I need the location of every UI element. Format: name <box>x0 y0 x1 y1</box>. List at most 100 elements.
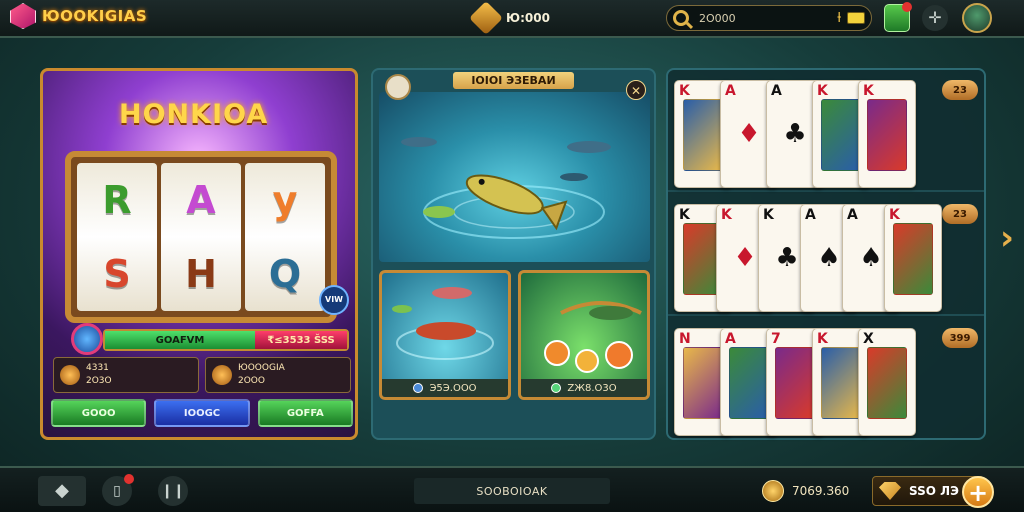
search-field[interactable]: 2O000 ƚ <box>666 5 872 31</box>
face-card-art <box>683 347 723 419</box>
reel-symbol: A <box>186 178 216 222</box>
add-currency-button[interactable]: + <box>962 476 994 508</box>
card-suit: ♠ <box>859 243 883 273</box>
reel-3: y Q <box>245 163 325 311</box>
face-card-art <box>821 347 861 419</box>
game-logo[interactable]: ЮOOKIGIAS <box>10 3 147 29</box>
card-rank: K <box>763 207 774 223</box>
jackpot-display: Ю:000 <box>469 1 550 35</box>
back-button[interactable]: ◆ <box>38 476 86 506</box>
fishing-card-value: Э5Э.OOO <box>429 382 477 394</box>
face-card-art <box>821 99 861 171</box>
card-rank: K <box>889 207 900 223</box>
reel-1: R S <box>77 163 157 311</box>
jackpot-value: Ю:000 <box>506 11 550 25</box>
reel-symbol: Q <box>268 252 302 296</box>
slot-button-1[interactable]: GOOO <box>51 399 147 427</box>
stat-box: ЮOOOGIA 2OOO <box>205 357 351 393</box>
playing-card[interactable]: K <box>884 204 942 312</box>
reel-symbol: R <box>102 178 132 222</box>
top-bar: ЮOOKIGIAS Ю:000 2O000 ƚ ✛ <box>0 0 1024 38</box>
card-rank: K <box>679 83 690 99</box>
fishing-title: IOIOI ЭЗЕВАИ <box>453 72 574 89</box>
slot-button-2[interactable]: IOOGC <box>154 399 250 427</box>
face-card-art <box>729 347 769 419</box>
coin-balance: 7069.З60 <box>762 480 849 502</box>
ticket-icon[interactable] <box>847 12 865 24</box>
card-suit: ♣ <box>775 243 799 273</box>
settings-button[interactable]: ✛ <box>922 5 948 31</box>
card-rank: A <box>847 207 858 223</box>
inventory-button[interactable]: ▯ <box>102 474 134 506</box>
card-suit: ♣ <box>783 119 807 149</box>
face-card-art <box>775 347 815 419</box>
reel-symbol: y <box>272 178 298 222</box>
playing-card[interactable]: X <box>858 328 916 436</box>
face-card-art <box>867 347 907 419</box>
close-icon[interactable]: ✕ <box>626 80 646 100</box>
row-badge: 23 <box>942 204 978 224</box>
fishing-card-right[interactable]: ZЖ8.O3O <box>518 270 650 400</box>
reel-symbol: S <box>103 252 131 296</box>
card-rank: K <box>863 83 874 99</box>
gem-logo-icon <box>10 3 36 29</box>
logo-text: ЮOOKIGIAS <box>42 7 148 25</box>
card-game-panel[interactable]: 23 K A ♦ A ♣ K K 23 K K ♦ K ♣ A ♠ A ♠ K 399 N A 7 K X <box>666 68 986 440</box>
stat-value: 4331 <box>86 363 109 373</box>
reel-2: A H <box>161 163 241 311</box>
row-badge: 399 <box>942 328 978 348</box>
card-rank: X <box>863 331 874 347</box>
card-rank: A <box>725 331 736 347</box>
card-rank: A <box>771 83 782 99</box>
face-card-art <box>683 99 723 171</box>
fishing-card-art <box>544 301 642 373</box>
card-row-2[interactable]: 23 K K ♦ K ♣ A ♠ A ♠ K <box>668 198 984 316</box>
gem-icon <box>879 482 901 500</box>
medal-icon <box>71 323 103 355</box>
row-badge: 23 <box>942 80 978 100</box>
fishing-scene-art <box>401 137 611 239</box>
card-rank: 7 <box>771 331 781 347</box>
card-suit: ♠ <box>817 243 841 273</box>
slot-title: HONKIOA <box>119 99 269 130</box>
fishing-card-right-value-box: ZЖ8.O3O <box>521 379 647 397</box>
balance-right-label: ₹≤3533 ŠSS <box>255 331 347 349</box>
fishing-game-panel[interactable]: IOIOI ЭЗЕВАИ ✕ Э5Э.OOO ZЖ8.O3O <box>371 68 656 440</box>
gem-balance-value: SSO ЛЭ <box>909 484 959 498</box>
avatar[interactable] <box>962 3 992 33</box>
playing-card[interactable]: K <box>858 80 916 188</box>
view-badge[interactable]: VIW <box>319 285 349 315</box>
card-rank: N <box>679 331 691 347</box>
fishing-card-value: ZЖ8.O3O <box>567 382 617 394</box>
fishing-main-scene[interactable] <box>379 92 650 262</box>
info-button[interactable]: ❙❙ <box>158 476 188 506</box>
coin-icon <box>413 383 424 393</box>
coin-icon <box>762 480 784 502</box>
card-rank: K <box>679 207 690 223</box>
stat-box: 4331 2O3O <box>53 357 199 393</box>
card-suit: ♦ <box>737 119 761 149</box>
card-row-3[interactable]: 399 N A 7 K X <box>668 322 984 440</box>
card-suit: ♦ <box>733 243 757 273</box>
stat-value: 2O3O <box>86 376 112 386</box>
chevron-right-icon[interactable]: › <box>1000 218 1014 258</box>
coin-icon <box>212 365 232 385</box>
gift-button[interactable] <box>884 2 912 32</box>
fishing-card-left[interactable]: Э5Э.OOO <box>379 270 511 400</box>
bottom-bar: ◆ ▯ ❙❙ SOOBOIOAK 7069.З60 SSO ЛЭ + <box>0 466 1024 512</box>
search-value[interactable]: 2O000 <box>699 12 837 25</box>
slot-button-row: GOOO IOOGC GOFFA <box>51 399 353 427</box>
slot-game-panel[interactable]: HONKIOA R S A H y Q VIW GOAFVM ₹≤3533 ŠS… <box>40 68 358 440</box>
card-rank: A <box>805 207 816 223</box>
pause-icon: ❙❙ <box>161 483 185 499</box>
slot-button-3[interactable]: GOFFA <box>257 399 353 427</box>
card-row-1[interactable]: 23 K A ♦ A ♣ K K <box>668 74 984 192</box>
flag-icon: ƚ <box>837 10 841 26</box>
fishing-card-left-value-box: Э5Э.OOO <box>382 379 508 397</box>
coin-icon <box>551 383 562 393</box>
fishing-card-art <box>392 287 494 360</box>
card-rank: K <box>721 207 732 223</box>
plus-icon: ✛ <box>928 8 942 27</box>
center-label-button[interactable]: SOOBOIOAK <box>414 478 610 504</box>
stat-value: 2OOO <box>238 376 265 386</box>
